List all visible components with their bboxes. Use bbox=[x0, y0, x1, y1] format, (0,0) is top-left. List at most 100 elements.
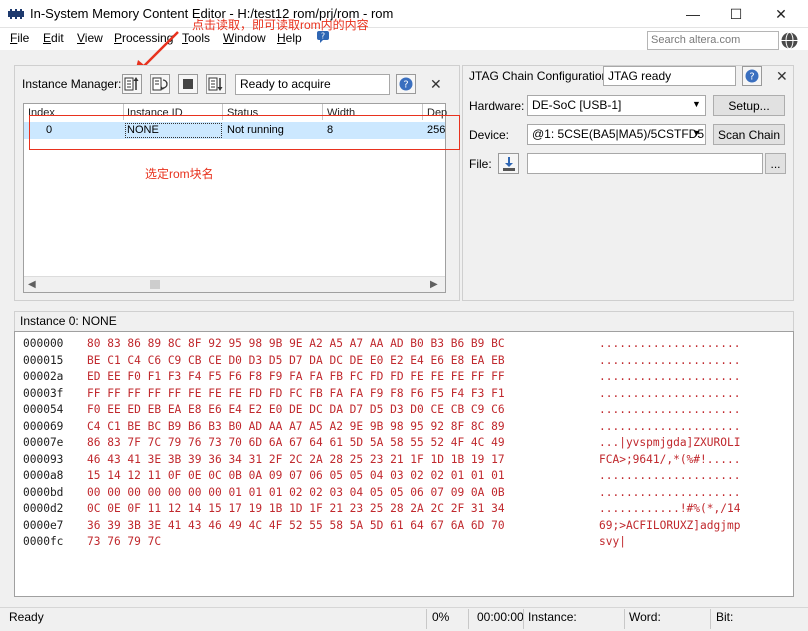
status-word: Word: bbox=[629, 610, 661, 624]
memory-title: Instance 0: NONE bbox=[20, 314, 117, 328]
close-window-button[interactable]: ✕ bbox=[758, 0, 804, 28]
memory-hex-values[interactable]: FF FF FF FF FF FE FE FE FD FD FC FB FA F… bbox=[87, 386, 505, 403]
annotation-highlight-box bbox=[29, 115, 460, 150]
continuous-read-button[interactable] bbox=[150, 74, 170, 94]
memory-hex-values[interactable]: ED EE F0 F1 F3 F4 F5 F6 F8 F9 FA FA FB F… bbox=[87, 369, 505, 386]
menu-help[interactable]: Help bbox=[277, 31, 302, 45]
memory-hex-values[interactable]: BE C1 C4 C6 C9 CB CE D0 D3 D5 D7 DA DC D… bbox=[87, 353, 505, 370]
memory-hex-values[interactable]: 0C 0E 0F 11 12 14 15 17 19 1B 1D 1F 21 2… bbox=[87, 501, 505, 518]
memory-ascii-values[interactable]: ...|yvspmjgda]ZXUROLI bbox=[599, 435, 740, 452]
setup-button[interactable]: Setup... bbox=[713, 95, 785, 116]
memory-hex-values[interactable]: 80 83 86 89 8C 8F 92 95 98 9B 9E A2 A5 A… bbox=[87, 336, 505, 353]
memory-row[interactable]: 0000e7 36 39 3B 3E 41 43 46 49 4C 4F 52 5… bbox=[15, 518, 785, 534]
annotation-select-hint: 选定rom块名 bbox=[145, 167, 214, 181]
device-select[interactable]: @1: 5CSE(BA5|MA5)/5CSTFD5D bbox=[527, 124, 706, 145]
write-to-device-icon bbox=[208, 77, 223, 91]
scan-chain-button[interactable]: Scan Chain bbox=[713, 124, 785, 145]
globe-icon[interactable] bbox=[781, 32, 798, 49]
chevron-down-icon: ▼ bbox=[692, 128, 701, 138]
memory-ascii-values[interactable]: ..................... bbox=[599, 386, 740, 403]
jtag-label: JTAG Chain Configuration: bbox=[469, 69, 612, 83]
memory-ascii-values[interactable]: ..................... bbox=[599, 419, 740, 436]
status-divider bbox=[710, 609, 711, 629]
instance-status-field: Ready to acquire bbox=[235, 74, 390, 95]
memory-ascii-values[interactable]: ..................... bbox=[599, 353, 740, 370]
memory-row[interactable]: 00007e 86 83 7F 7C 79 76 73 70 6D 6A 67 6… bbox=[15, 435, 785, 451]
memory-row[interactable]: 000015 BE C1 C4 C6 C9 CB CE D0 D3 D5 D7 D… bbox=[15, 353, 785, 369]
hardware-select[interactable]: DE-SoC [USB-1] bbox=[527, 95, 706, 116]
status-divider bbox=[624, 609, 625, 629]
status-divider bbox=[523, 609, 524, 629]
title-bar: In-System Memory Content Editor - H:/tes… bbox=[0, 0, 808, 28]
minimize-button[interactable]: — bbox=[670, 0, 716, 28]
app-icon bbox=[8, 9, 24, 19]
instance-table-scrollbar[interactable]: ◀ ▶ bbox=[24, 276, 445, 292]
status-bar bbox=[0, 607, 808, 631]
maximize-button[interactable]: ☐ bbox=[713, 0, 759, 28]
memory-ascii-values[interactable]: ..................... bbox=[599, 485, 740, 502]
memory-ascii-values[interactable]: ..................... bbox=[599, 369, 740, 386]
memory-address: 000015 bbox=[23, 353, 64, 367]
memory-hex-values[interactable]: 86 83 7F 7C 79 76 73 70 6D 6A 67 64 61 5… bbox=[87, 435, 505, 452]
memory-hex-values[interactable]: C4 C1 BE BC B9 B6 B3 B0 AD AA A7 A5 A2 9… bbox=[87, 419, 505, 436]
browse-file-button[interactable]: ... bbox=[765, 153, 786, 174]
continuous-read-icon bbox=[152, 77, 168, 91]
status-progress: 0% bbox=[432, 610, 450, 624]
hardware-label: Hardware: bbox=[469, 99, 525, 113]
memory-row[interactable]: 00003f FF FF FF FF FF FE FE FE FD FD FC F… bbox=[15, 386, 785, 402]
status-divider bbox=[426, 609, 427, 629]
chevron-down-icon: ▼ bbox=[692, 99, 701, 109]
memory-hex-values[interactable]: 00 00 00 00 00 00 00 01 01 01 02 02 03 0… bbox=[87, 485, 505, 502]
menu-edit[interactable]: Edit bbox=[43, 31, 64, 45]
memory-hex-values[interactable]: F0 EE ED EB EA E8 E6 E4 E2 E0 DE DC DA D… bbox=[87, 402, 505, 419]
memory-ascii-values[interactable]: ............!#%(*,/14 bbox=[599, 501, 740, 518]
memory-ascii-values[interactable]: ..................... bbox=[599, 336, 740, 353]
status-ready: Ready bbox=[9, 610, 44, 624]
jtag-help-button[interactable]: ? bbox=[742, 66, 762, 86]
memory-row[interactable]: 0000bd 00 00 00 00 00 00 00 01 01 01 02 0… bbox=[15, 485, 785, 501]
file-path-input[interactable] bbox=[527, 153, 763, 174]
memory-ascii-values[interactable]: 69;>ACFILORUXZ]adgjmp bbox=[599, 518, 740, 535]
menu-view[interactable]: View bbox=[77, 31, 103, 45]
memory-hex-values[interactable]: 73 76 79 7C bbox=[87, 534, 161, 551]
memory-hex-values[interactable]: 36 39 3B 3E 41 43 46 49 4C 4F 52 55 58 5… bbox=[87, 518, 505, 535]
memory-ascii-values[interactable]: svy| bbox=[599, 534, 626, 551]
status-divider bbox=[468, 609, 469, 629]
memory-address: 00007e bbox=[23, 436, 64, 449]
memory-address: 00003f bbox=[23, 386, 64, 400]
memory-ascii-values[interactable]: ..................... bbox=[599, 402, 740, 419]
stop-button[interactable] bbox=[178, 74, 198, 94]
memory-hex-values[interactable]: 46 43 41 3E 3B 39 36 34 31 2F 2C 2A 28 2… bbox=[87, 452, 505, 469]
memory-content-area[interactable]: 000000 80 83 86 89 8C 8F 92 95 98 9B 9E A… bbox=[14, 331, 794, 597]
search-input[interactable]: Search altera.com bbox=[647, 31, 779, 50]
memory-row[interactable]: 000093 46 43 41 3E 3B 39 36 34 31 2F 2C 2… bbox=[15, 452, 785, 468]
memory-row[interactable]: 0000a8 15 14 12 11 0F 0E 0C 0B 0A 09 07 0… bbox=[15, 468, 785, 484]
svg-text:?: ? bbox=[403, 80, 408, 91]
memory-row[interactable]: 000069 C4 C1 BE BC B9 B6 B3 B0 AD AA A7 A… bbox=[15, 419, 785, 435]
file-label: File: bbox=[469, 157, 492, 171]
scroll-thumb[interactable] bbox=[150, 280, 160, 289]
program-device-button[interactable] bbox=[498, 153, 519, 174]
read-data-button[interactable] bbox=[122, 74, 142, 94]
help-icon: ? bbox=[399, 77, 413, 91]
memory-row[interactable]: 000000 80 83 86 89 8C 8F 92 95 98 9B 9E A… bbox=[15, 336, 785, 352]
memory-ascii-values[interactable]: FCA>;9641/,*(%#!..... bbox=[599, 452, 740, 469]
write-data-button[interactable] bbox=[206, 74, 226, 94]
memory-ascii-values[interactable]: ..................... bbox=[599, 468, 740, 485]
menu-window[interactable]: Window bbox=[223, 31, 266, 45]
menu-tools[interactable]: Tools bbox=[182, 31, 210, 45]
jtag-close-icon[interactable]: ✕ bbox=[776, 68, 788, 85]
menu-file[interactable]: File bbox=[10, 31, 29, 45]
scroll-right-icon[interactable]: ▶ bbox=[430, 279, 438, 290]
memory-address: 000054 bbox=[23, 403, 64, 416]
memory-row[interactable]: 0000d2 0C 0E 0F 11 12 14 15 17 19 1B 1D 1… bbox=[15, 501, 785, 517]
instance-help-button[interactable]: ? bbox=[396, 74, 416, 94]
memory-row[interactable]: 00002a ED EE F0 F1 F3 F4 F5 F6 F8 F9 FA F… bbox=[15, 369, 785, 385]
scroll-left-icon[interactable]: ◀ bbox=[28, 279, 36, 290]
memory-row[interactable]: 0000fc 73 76 79 7C svy| bbox=[15, 534, 785, 550]
download-icon bbox=[502, 156, 515, 171]
memory-row[interactable]: 000054 F0 EE ED EB EA E8 E6 E4 E2 E0 DE D… bbox=[15, 402, 785, 418]
memory-address: 0000bd bbox=[23, 485, 64, 499]
memory-hex-values[interactable]: 15 14 12 11 0F 0E 0C 0B 0A 09 07 06 05 0… bbox=[87, 468, 505, 485]
instance-close-icon[interactable]: ✕ bbox=[430, 76, 442, 93]
